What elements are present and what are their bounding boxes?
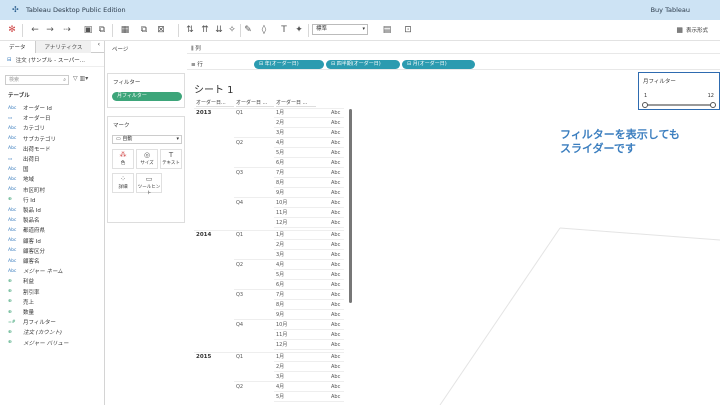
annotation-line-1: フィルターを表示しても [560,128,680,141]
annotation-text: フィルターを表示しても スライダーです [560,128,680,156]
annotation-line-2: スライダーです [560,142,636,155]
slider-track[interactable] [642,102,716,108]
decorative-diagonal [439,227,720,405]
slider-handle-min[interactable] [642,102,648,108]
month-filter-card: 月フィルター 1 12 [638,72,720,110]
month-filter-title: 月フィルター [643,79,676,85]
slider-min: 1 [644,93,648,99]
slider-handle-max[interactable] [710,102,716,108]
slider-max: 12 [707,93,714,99]
